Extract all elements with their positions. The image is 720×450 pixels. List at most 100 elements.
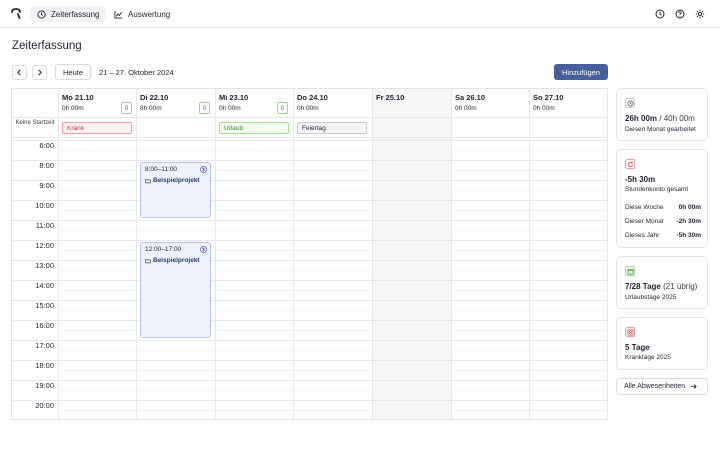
- today-button[interactable]: Heute: [55, 64, 91, 80]
- day-header-mo: Mo 21.10: [62, 93, 94, 102]
- day-header-do: Do 24.10: [297, 93, 328, 102]
- stat-label: Diese Woche: [625, 204, 664, 211]
- day-hours-sa: 0h 00m: [455, 105, 477, 112]
- hour-label: 8:00: [39, 161, 54, 170]
- vacation-card: 7/28 Tage (21 übrig) Urlaubstage 2025: [616, 256, 708, 309]
- event-time: 8:00–11:00: [145, 166, 178, 173]
- hour-line: [12, 200, 607, 201]
- logo-icon[interactable]: [11, 8, 21, 19]
- hour-label: 16:00: [35, 321, 54, 330]
- arrow-right-icon: [690, 384, 697, 389]
- stat-label: Dieser Monat: [625, 218, 664, 225]
- sick-days-label: Kranktage 2025: [625, 354, 671, 361]
- day-badge-mi: 0: [277, 102, 288, 114]
- hour-label: 12:00: [35, 241, 54, 250]
- hour-label: 9:00: [39, 181, 54, 190]
- day-header-fr: Fr 25.10: [376, 93, 405, 102]
- tab-zeiterfassung[interactable]: Zeiterfassung: [30, 6, 107, 22]
- sick-days-card: 5 Tage Kranktage 2025: [616, 317, 708, 370]
- hour-label: 11:00: [35, 221, 54, 230]
- folder-icon: [145, 178, 151, 183]
- all-absences-button[interactable]: Alle Abwesenheiten: [616, 378, 708, 395]
- hour-label: 13:00: [35, 261, 54, 270]
- hour-label: 18:00: [35, 361, 54, 370]
- balance-label: Stundenkonto gesamt: [625, 186, 689, 193]
- row-divider: [12, 117, 607, 118]
- day-header-sa: Sa 26.10: [455, 93, 486, 102]
- absence-urlaub[interactable]: Urlaub: [219, 122, 289, 134]
- hour-line: [12, 300, 607, 301]
- day-hours-di: 8h 00m: [140, 105, 162, 112]
- day-header-mi: Mi 23.10: [219, 93, 249, 102]
- stat-value: -2h 30m: [676, 218, 701, 225]
- all-absences-label: Alle Abwesenheiten: [624, 383, 686, 390]
- hour-line: [12, 320, 607, 321]
- row-divider: [12, 140, 607, 141]
- hour-label: 20:00: [35, 401, 54, 410]
- tab-label: Zeiterfassung: [51, 9, 100, 19]
- balance-value: -5h 30m: [625, 175, 656, 184]
- stat-label: Dieses Jahr: [625, 232, 660, 239]
- balance-row-week: Diese Woche 0h 00m: [625, 204, 701, 211]
- hour-line: [12, 160, 607, 161]
- worked-hours-value: 26h 00m / 40h 00m: [625, 114, 695, 123]
- hour-label: 17:00: [35, 341, 54, 350]
- time-entry[interactable]: 12:00–17:00 Beispielprojekt: [140, 242, 211, 338]
- half-hour-line: [58, 350, 607, 351]
- stat-value: 0h 00m: [678, 204, 701, 211]
- next-week-button[interactable]: [32, 65, 47, 80]
- billable-icon: [200, 246, 207, 253]
- add-button[interactable]: Hinzufügen: [554, 64, 608, 80]
- day-header-so: So 27.10: [533, 93, 564, 102]
- hour-line: [12, 260, 607, 261]
- chart-icon: [114, 10, 123, 19]
- settings-icon[interactable]: [695, 9, 705, 19]
- event-project: Beispielprojekt: [145, 177, 206, 184]
- hour-label: 10:00: [35, 201, 54, 210]
- chevron-left-icon: [17, 69, 21, 76]
- half-hour-line: [58, 410, 607, 411]
- stat-value: -5h 30m: [676, 232, 701, 239]
- folder-icon: [145, 258, 151, 263]
- clock-icon[interactable]: [655, 9, 665, 19]
- event-project-name: Beispielprojekt: [153, 257, 200, 264]
- billable-icon: [200, 166, 207, 173]
- vacation-value: 7/28 Tage (21 übrig): [625, 282, 697, 291]
- absence-krank[interactable]: Krank: [62, 122, 132, 134]
- no-start-label: Keine Startzeit: [15, 120, 55, 126]
- clock-icon: [37, 9, 46, 19]
- clock-icon: [625, 98, 635, 108]
- hour-line: [12, 340, 607, 341]
- balance-icon: [625, 159, 635, 169]
- hour-label: 6:00: [39, 141, 54, 150]
- hour-line: [12, 280, 607, 281]
- hour-label: 14:00: [35, 281, 54, 290]
- vacation-remaining: (21 übrig): [660, 282, 698, 291]
- absence-feiertag[interactable]: Feiertag: [297, 122, 367, 134]
- tab-auswertung[interactable]: Auswertung: [107, 6, 177, 22]
- half-hour-line: [58, 390, 607, 391]
- balance-row-year: Dieses Jahr -5h 30m: [625, 232, 701, 239]
- sick-days-value: 5 Tage: [625, 343, 650, 352]
- help-icon[interactable]: [675, 9, 685, 19]
- worked-hours-target: / 40h 00m: [657, 114, 695, 123]
- date-range: 21 – 27. Oktober 2024: [99, 68, 174, 77]
- day-header-di: Di 22.10: [140, 93, 169, 102]
- top-navigation: Zeiterfassung Auswertung: [0, 0, 720, 28]
- half-hour-line: [58, 150, 607, 151]
- hour-line: [12, 220, 607, 221]
- day-badge-mo: 0: [121, 102, 132, 114]
- event-time: 12:00–17:00: [145, 246, 182, 253]
- vacation-days: 7/28 Tage: [625, 282, 661, 291]
- chevron-right-icon: [38, 69, 42, 76]
- hour-line: [12, 400, 607, 401]
- day-hours-mo: 0h 00m: [62, 105, 84, 112]
- event-project: Beispielprojekt: [145, 257, 206, 264]
- prev-week-button[interactable]: [12, 65, 27, 80]
- day-hours-so: 0h 00m: [533, 105, 555, 112]
- worked-hours-card: 26h 00m / 40h 00m Diesen Monat gearbeite…: [616, 88, 708, 141]
- time-entry[interactable]: 8:00–11:00 Beispielprojekt: [140, 162, 211, 218]
- tab-label: Auswertung: [128, 9, 171, 19]
- hour-line: [12, 180, 607, 181]
- balance-card: -5h 30m Stundenkonto gesamt Diese Woche …: [616, 149, 708, 248]
